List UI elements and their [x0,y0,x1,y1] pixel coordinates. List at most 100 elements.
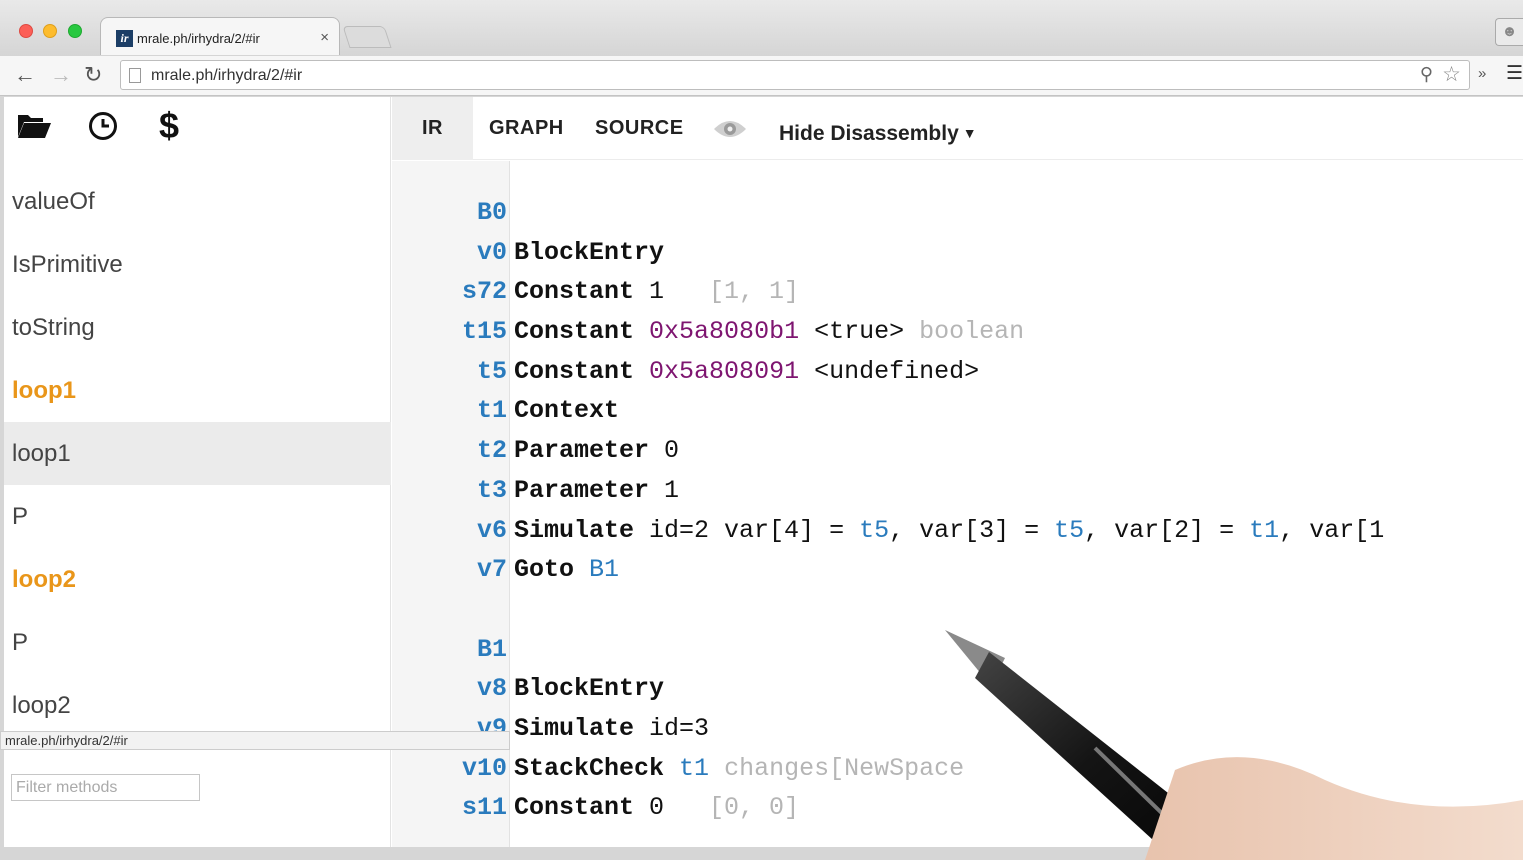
instruction-id[interactable]: v6 [407,516,507,545]
instruction-id[interactable]: t5 [407,357,507,386]
instruction-text [574,555,589,584]
new-tab-button[interactable] [342,26,392,48]
menu-icon[interactable]: ☰ [1506,62,1523,85]
instruction-id[interactable]: t1 [407,396,507,425]
address-bar[interactable]: mrale.ph/irhydra/2/#ir ⚲ ☆ [120,60,1470,90]
opcode: Parameter [514,475,650,505]
instruction-body: Constant 0 [0, 0] [514,793,799,822]
dollar-icon[interactable]: $ [159,105,179,147]
range-annotation: [1, 1] [694,277,800,307]
opcode: Constant [514,356,635,386]
constant-value: 0x5a8080b1 [649,317,800,347]
method-item[interactable]: valueOf [4,170,391,233]
opcode: Simulate [514,713,635,743]
instruction-text: 0 [634,793,695,823]
instruction-text: 1 [649,475,680,505]
chevrons-icon[interactable]: » [1478,65,1486,82]
operand-ref[interactable]: t5 [859,516,889,545]
instruction-id[interactable]: v7 [407,555,507,584]
forward-arrow-icon[interactable]: → [50,62,72,88]
instruction-text: <undefined> [799,356,980,386]
filter-methods-input[interactable] [11,774,200,801]
instruction-text: <true> [799,317,920,347]
minimize-window-button[interactable] [43,24,57,38]
operand-ref[interactable]: B1 [589,555,619,584]
instruction-body: Simulate id=3 [514,714,709,743]
sidebar-toolbar: $ [4,97,391,160]
hide-disassembly-dropdown[interactable]: Hide Disassembly ▼ [779,97,977,170]
range-annotation: boolean [919,317,1025,347]
instruction-text: , var[3] = [889,515,1055,545]
operand-ref[interactable]: t5 [1054,516,1084,545]
instruction-body: BlockEntry [514,674,664,703]
instruction-body: Constant 0x5a808091 <undefined> [514,357,979,386]
instruction-text: id=3 [634,713,710,743]
url-text[interactable]: mrale.ph/irhydra/2/#ir [151,67,302,85]
hide-disassembly-label: Hide Disassembly [779,122,959,145]
opcode: Constant [514,793,635,823]
method-item[interactable]: toString [4,296,391,359]
instruction-body: StackCheck t1 changes[NewSpace [514,754,964,783]
instruction-text [664,754,679,783]
profile-icon[interactable]: ☻ [1495,18,1523,46]
opcode: BlockEntry [514,237,665,267]
browser-titlebar: ir mrale.ph/irhydra/2/#ir × ☻ [0,0,1523,56]
clock-icon[interactable] [88,111,118,141]
zoom-icon[interactable]: ⚲ [1420,64,1433,85]
instruction-id[interactable]: t3 [407,476,507,505]
method-item-selected[interactable]: loop1 [4,422,391,485]
tab-title: mrale.ph/irhydra/2/#ir [137,31,260,46]
status-bar-url: mrale.ph/irhydra/2/#ir [0,731,510,750]
instruction-body: Parameter 0 [514,436,679,465]
star-icon[interactable]: ☆ [1442,62,1461,87]
range-annotation: changes[NewSpace [724,753,965,783]
instruction-id[interactable]: s11 [407,793,507,822]
tab-graph[interactable]: GRAPH [489,97,564,160]
block-label[interactable]: B0 [407,198,507,227]
irhydra-favicon-icon: ir [116,30,133,47]
instruction-body: Constant 1 [1, 1] [514,277,799,306]
instruction-body: BlockEntry [514,238,664,267]
caret-down-icon: ▼ [962,125,977,141]
instruction-body: Parameter 1 [514,476,679,505]
view-tabs: IR GRAPH SOURCE Hide Disassembly ▼ [392,97,1523,160]
instruction-id[interactable]: s72 [407,277,507,306]
opcode: Parameter [514,436,650,466]
instruction-id[interactable]: t15 [407,317,507,346]
zoom-window-button[interactable] [68,24,82,38]
instruction-text: , var[1 [1279,515,1385,545]
method-item-hot[interactable]: loop1 [4,359,391,422]
instruction-text [634,317,649,346]
opcode: StackCheck [514,753,665,783]
instruction-text [634,357,649,386]
close-window-button[interactable] [19,24,33,38]
method-list: valueOf IsPrimitive toString loop1 loop1… [4,170,391,737]
folder-open-icon[interactable] [16,111,52,141]
eye-icon[interactable] [712,117,748,141]
constant-value: 0x5a808091 [649,356,800,386]
instruction-id[interactable]: v0 [407,238,507,267]
tab-close-icon[interactable]: × [320,29,329,46]
opcode: Goto [514,555,575,585]
opcode: Context [514,396,620,426]
block-label[interactable]: B1 [407,635,507,664]
method-item[interactable]: IsPrimitive [4,233,391,296]
instruction-id[interactable]: v8 [407,674,507,703]
operand-ref[interactable]: t1 [1249,516,1279,545]
operand-ref[interactable]: t1 [679,754,709,783]
method-item-hot[interactable]: loop2 [4,548,391,611]
instruction-id[interactable]: v10 [407,754,507,783]
range-annotation: [0, 0] [694,793,800,823]
tab-source[interactable]: SOURCE [595,97,684,160]
method-item[interactable]: P [4,485,391,548]
opcode: Constant [514,317,635,347]
back-arrow-icon[interactable]: ← [14,62,36,88]
method-item[interactable]: loop2 [4,674,391,737]
reload-icon[interactable]: ↻ [84,62,102,88]
instruction-id[interactable]: t2 [407,436,507,465]
stylus-pen [945,630,1523,860]
opcode: Constant [514,277,635,307]
browser-tab[interactable]: ir mrale.ph/irhydra/2/#ir × [100,17,340,55]
tab-ir[interactable]: IR [392,97,473,160]
method-item[interactable]: P [4,611,391,674]
